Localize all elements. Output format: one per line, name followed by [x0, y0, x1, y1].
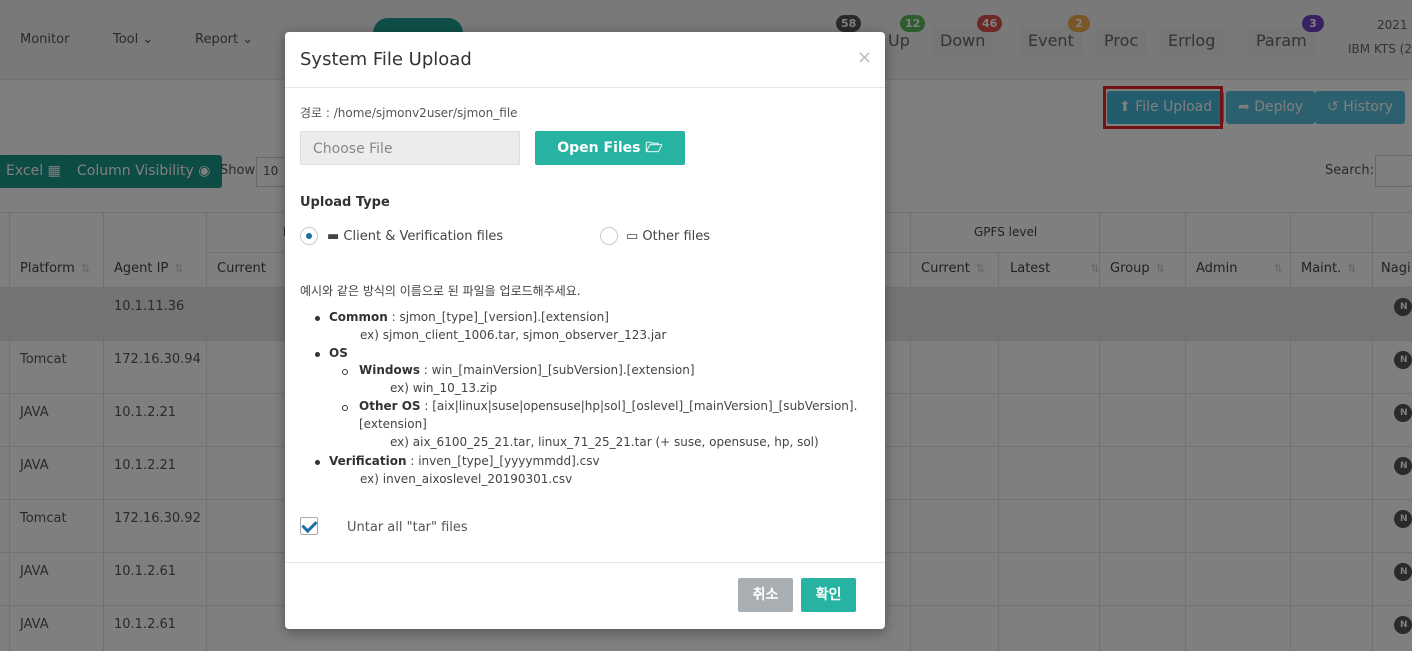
common-text: : sjmon_[type]_[version].[extension] [387, 310, 609, 324]
radio-other-label: ▭ Other files [626, 229, 710, 244]
list-bullet [315, 316, 320, 321]
verification-example: ex) inven_aixoslevel_20190301.csv [360, 472, 573, 486]
list-sub-bullet [342, 405, 348, 411]
file-upload-modal: System File Upload × 경로 : /home/sjmonv2u… [285, 32, 885, 629]
common-example: ex) sjmon_client_1006.tar, sjmon_observe… [360, 328, 667, 342]
upload-type-title: Upload Type [300, 195, 390, 210]
radio-other-files[interactable] [600, 227, 618, 245]
list-bullet [315, 352, 320, 357]
open-files-button[interactable]: Open Files 🗁 [535, 131, 685, 165]
verification-rule: Verification : inven_[type]_[yyyymmdd].c… [329, 454, 600, 468]
folder-open-icon: 🗁 [645, 140, 663, 156]
confirm-button[interactable]: 확인 [801, 578, 856, 612]
untar-checkbox[interactable] [300, 517, 318, 535]
common-rule: Common : sjmon_[type]_[version].[extensi… [329, 310, 609, 324]
windows-label: Windows [359, 363, 420, 377]
windows-example: ex) win_10_13.zip [390, 381, 498, 395]
verification-label: Verification [329, 454, 407, 468]
windows-text: : win_[mainVersion]_[subVersion].[extens… [419, 363, 695, 377]
naming-guide-text: 예시와 같은 방식의 이름으로 된 파일을 업로드해주세요. [300, 284, 581, 298]
verification-text: : inven_[type]_[yyyymmdd].csv [406, 454, 600, 468]
radio-client-verification[interactable] [300, 227, 318, 245]
choose-file-input[interactable]: Choose File [300, 131, 520, 165]
otheros-rule: Other OS : [aix|linux|suse|opensuse|hp|s… [359, 399, 857, 413]
list-sub-bullet [342, 369, 348, 375]
option-other-text: Other files [642, 229, 711, 244]
radio-client-label: ▬ Client & Verification files [327, 229, 503, 244]
open-files-label: Open Files [557, 140, 641, 156]
modal-title: System File Upload [300, 49, 472, 70]
list-bullet [315, 460, 320, 465]
windows-rule: Windows : win_[mainVersion]_[subVersion]… [359, 363, 695, 377]
cancel-button[interactable]: 취소 [738, 578, 793, 612]
upload-path: 경로 : /home/sjmonv2user/sjmon_file [300, 106, 518, 120]
otheros-example: ex) aix_6100_25_21.tar, linux_71_25_21.t… [390, 435, 819, 449]
common-label: Common [329, 310, 388, 324]
folder-icon: ▬ [327, 229, 344, 244]
folder-open-icon: ▭ [626, 229, 643, 244]
option-client-text: Client & Verification files [343, 229, 504, 244]
modal-header: System File Upload × [285, 32, 885, 88]
untar-label: Untar all "tar" files [347, 520, 468, 535]
otheros-rule-continued: [extension] [359, 417, 427, 431]
os-rule: OS [329, 346, 348, 360]
os-label: OS [329, 346, 348, 360]
modal-footer-divider [285, 562, 885, 563]
otheros-text: : [aix|linux|suse|opensuse|hp|sol]_[osle… [420, 399, 858, 413]
otheros-label: Other OS [359, 399, 421, 413]
close-icon[interactable]: × [857, 47, 872, 68]
